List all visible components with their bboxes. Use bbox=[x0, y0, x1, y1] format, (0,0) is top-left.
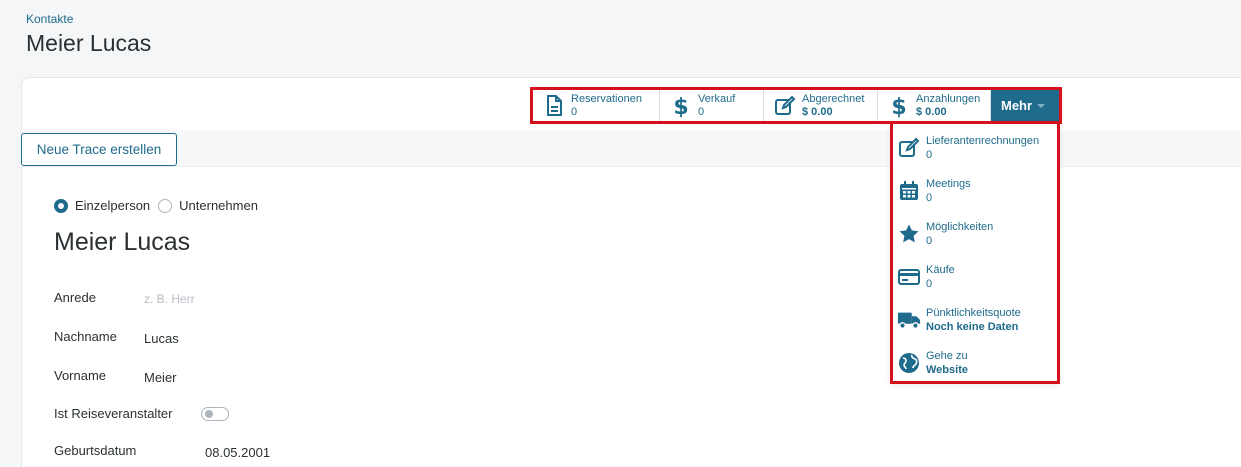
geburtsdatum-field[interactable]: 08.05.2001 bbox=[205, 445, 270, 460]
radio-individual-label[interactable]: Einzelperson bbox=[75, 198, 150, 213]
invoiced-label: Abgerechnet bbox=[802, 93, 865, 105]
more-dropdown: Lieferantenrechnungen 0 Meetings 0 Mögli… bbox=[890, 121, 1060, 384]
purchases-value: 0 bbox=[926, 278, 933, 290]
dropdown-item-purchases[interactable]: Käufe 0 bbox=[897, 263, 955, 291]
nachname-label: Nachname bbox=[54, 329, 117, 344]
vendor-bills-value: 0 bbox=[926, 149, 933, 161]
toggle-knob bbox=[205, 410, 213, 418]
sales-value: 0 bbox=[698, 106, 705, 118]
reservations-label: Reservationen bbox=[571, 93, 642, 105]
dollar-icon: $ bbox=[670, 93, 692, 119]
edit-icon bbox=[774, 93, 796, 119]
vendor-bills-label: Lieferantenrechnungen bbox=[926, 135, 1040, 147]
invoiced-value: $ 0.00 bbox=[802, 106, 833, 118]
truck-icon bbox=[897, 306, 921, 334]
credit-card-icon bbox=[897, 263, 921, 291]
edit-icon bbox=[897, 134, 921, 162]
radio-individual[interactable] bbox=[54, 198, 68, 213]
geburtsdatum-label: Geburtsdatum bbox=[54, 443, 137, 458]
deposits-value: $ 0.00 bbox=[916, 106, 947, 118]
reservations-button[interactable]: Reservationen 0 bbox=[533, 90, 660, 121]
star-icon bbox=[897, 220, 921, 248]
page-title: Meier Lucas bbox=[26, 30, 152, 56]
vorname-field[interactable]: Meier bbox=[144, 370, 177, 385]
on-time-rate-text: Pünktlichkeitsquote Noch keine Daten bbox=[926, 306, 1021, 334]
nachname-field[interactable]: Lucas bbox=[144, 331, 179, 346]
more-label: Mehr bbox=[1001, 98, 1033, 113]
radio-company-label[interactable]: Unternehmen bbox=[179, 198, 258, 213]
dropdown-item-vendor-bills[interactable]: Lieferantenrechnungen 0 bbox=[897, 134, 1039, 162]
svg-text:$: $ bbox=[891, 95, 906, 118]
dropdown-item-website[interactable]: Gehe zu Website bbox=[897, 349, 968, 377]
opportunities-text: Möglichkeiten 0 bbox=[926, 220, 993, 248]
deposits-button[interactable]: $ Anzahlungen $ 0.00 bbox=[878, 90, 991, 121]
opportunities-value: 0 bbox=[926, 235, 933, 247]
anrede-field[interactable]: z. B. Herr bbox=[144, 292, 195, 306]
invoiced-text: Abgerechnet $ 0.00 bbox=[802, 93, 864, 119]
purchases-label: Käufe bbox=[926, 264, 955, 276]
meetings-label: Meetings bbox=[926, 178, 971, 190]
sales-text: Verkauf 0 bbox=[698, 93, 735, 119]
smart-button-bar: Reservationen 0 $ Verkauf 0 Abgerechnet … bbox=[530, 87, 1062, 124]
purchases-text: Käufe 0 bbox=[926, 263, 955, 291]
website-value: Website bbox=[926, 364, 968, 376]
vorname-label: Vorname bbox=[54, 368, 107, 383]
website-text: Gehe zu Website bbox=[926, 349, 968, 377]
meetings-text: Meetings 0 bbox=[926, 177, 971, 205]
sales-button[interactable]: $ Verkauf 0 bbox=[660, 90, 764, 121]
anrede-label: Anrede bbox=[54, 290, 96, 305]
caret-down-icon bbox=[1037, 103, 1046, 108]
on-time-rate-label: Pünktlichkeitsquote bbox=[926, 307, 1021, 319]
vendor-bills-text: Lieferantenrechnungen 0 bbox=[926, 134, 1039, 162]
sales-label: Verkauf bbox=[698, 93, 736, 105]
more-button[interactable]: Mehr bbox=[991, 90, 1059, 121]
on-time-rate-value: Noch keine Daten bbox=[926, 321, 1019, 333]
calendar-icon bbox=[897, 177, 921, 205]
reiseveranstalter-toggle[interactable] bbox=[201, 407, 229, 421]
reservations-value: 0 bbox=[571, 106, 578, 118]
website-label: Gehe zu bbox=[926, 350, 968, 362]
dollar-icon: $ bbox=[888, 93, 910, 119]
meetings-value: 0 bbox=[926, 192, 933, 204]
contact-name-field[interactable]: Meier Lucas bbox=[54, 228, 190, 257]
opportunities-label: Möglichkeiten bbox=[926, 221, 994, 233]
new-trace-button[interactable]: Neue Trace erstellen bbox=[21, 133, 177, 166]
breadcrumb[interactable]: Kontakte bbox=[26, 12, 73, 26]
invoiced-button[interactable]: Abgerechnet $ 0.00 bbox=[764, 90, 878, 121]
dropdown-item-meetings[interactable]: Meetings 0 bbox=[897, 177, 971, 205]
reiseveranstalter-label: Ist Reiseveranstalter bbox=[54, 406, 173, 421]
dropdown-item-on-time-rate[interactable]: Pünktlichkeitsquote Noch keine Daten bbox=[897, 306, 1021, 334]
radio-company[interactable] bbox=[158, 198, 173, 213]
reservations-text: Reservationen 0 bbox=[571, 93, 642, 119]
dropdown-item-opportunities[interactable]: Möglichkeiten 0 bbox=[897, 220, 993, 248]
document-icon bbox=[543, 93, 565, 119]
contact-type-radio-group: Einzelperson Unternehmen bbox=[54, 198, 266, 213]
globe-icon bbox=[897, 349, 921, 377]
deposits-text: Anzahlungen $ 0.00 bbox=[916, 93, 980, 119]
deposits-label: Anzahlungen bbox=[916, 93, 981, 105]
svg-text:$: $ bbox=[673, 95, 688, 118]
